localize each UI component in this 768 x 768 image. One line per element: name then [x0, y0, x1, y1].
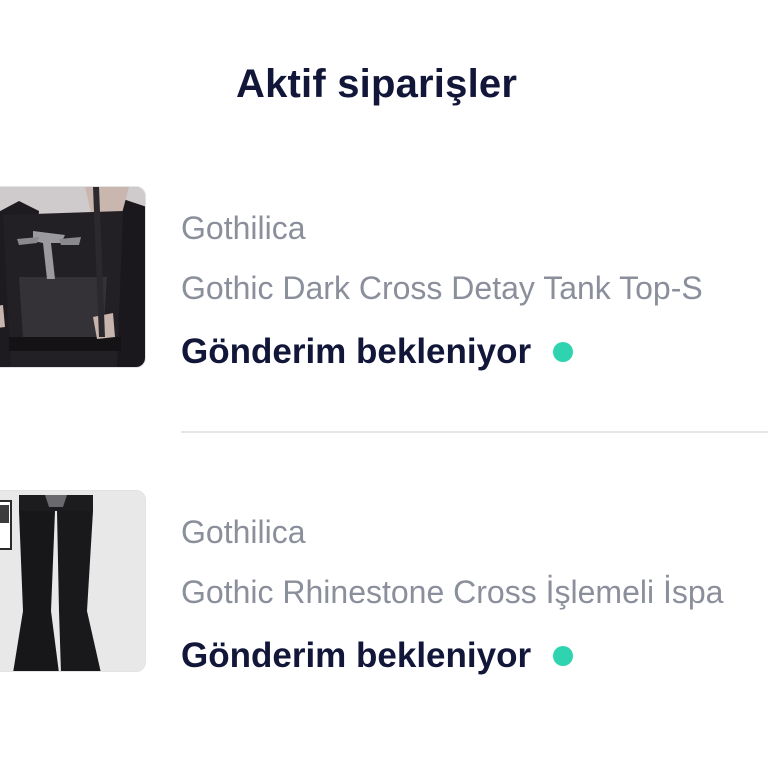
black-flare-pants-photo: [0, 491, 145, 671]
order-status: Gönderim bekleniyor: [181, 330, 574, 374]
order-status: Gönderim bekleniyor: [181, 634, 574, 678]
status-dot-icon: [553, 342, 574, 362]
status-label: Gönderim bekleniyor: [181, 636, 532, 675]
divider: [181, 431, 768, 433]
order-item[interactable]: Gothilica Gothic Rhinestone Cross İşleme…: [0, 490, 768, 680]
product-thumbnail[interactable]: [0, 186, 146, 368]
black-cross-top-photo: [0, 187, 145, 367]
product-name: Gothic Rhinestone Cross İşlemeli İspa: [181, 574, 724, 610]
brand-name: Gothilica: [181, 514, 306, 550]
status-label: Gönderim bekleniyor: [181, 332, 532, 371]
product-thumbnail[interactable]: [0, 490, 146, 672]
product-name: Gothic Dark Cross Detay Tank Top-S: [181, 270, 703, 306]
active-orders-page: Aktif siparişler Gothilica Gothic Dark C…: [0, 0, 768, 768]
order-item[interactable]: Gothilica Gothic Dark Cross Detay Tank T…: [0, 186, 768, 376]
status-dot-icon: [553, 646, 574, 666]
page-title: Aktif siparişler: [236, 62, 518, 106]
brand-name: Gothilica: [181, 210, 306, 246]
